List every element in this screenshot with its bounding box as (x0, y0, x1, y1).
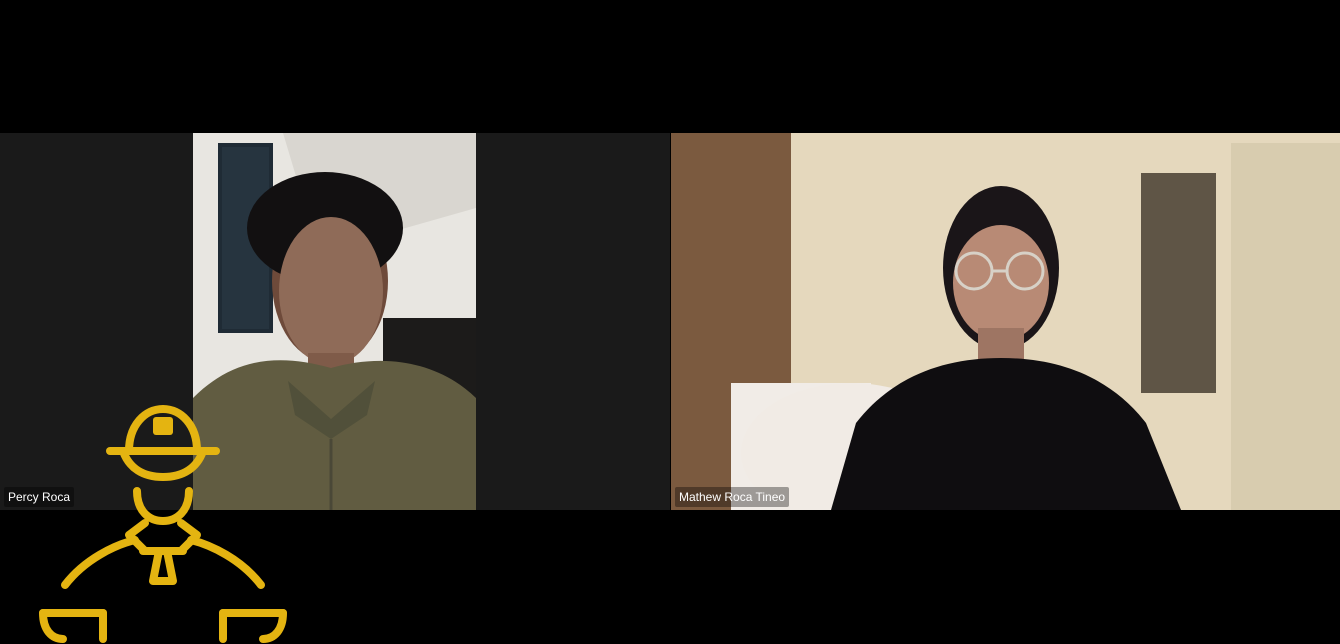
participant-video-mathew-roca-tineo (671, 133, 1340, 510)
participant-tile-mathew-roca-tineo[interactable]: Mathew Roca Tineo (671, 133, 1340, 510)
video-frame-mathew-roca-tineo (671, 133, 1340, 510)
video-call-stage: Percy Roca Mathew Roca Tineo (0, 0, 1340, 644)
participant-name-label: Mathew Roca Tineo (675, 487, 790, 507)
construction-worker-logo-icon (39, 405, 287, 643)
